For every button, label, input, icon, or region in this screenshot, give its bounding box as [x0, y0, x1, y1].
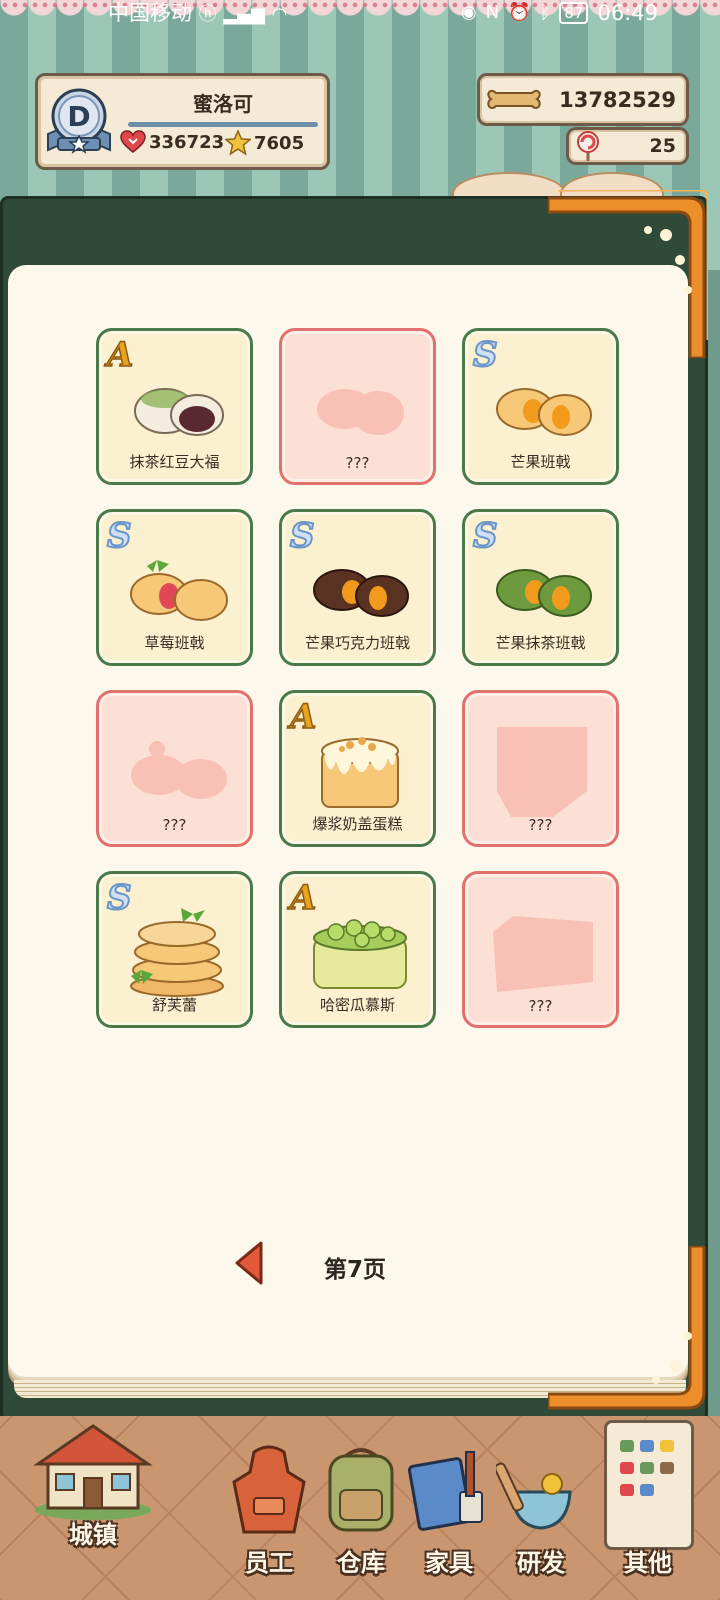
recipe-name: ???	[345, 454, 370, 472]
nav-other-button[interactable]: 其他	[598, 1420, 698, 1578]
recipe-card[interactable]: S 芒果班戟	[462, 328, 619, 485]
recipe-card[interactable]: A 爆浆奶盖蛋糕	[279, 690, 436, 847]
apron-icon	[232, 1445, 306, 1534]
rank-badge-icon: D	[47, 88, 111, 154]
recipe-name: ???	[528, 997, 553, 1015]
wifi-icon: ◠	[271, 4, 288, 25]
house-icon	[33, 1424, 153, 1520]
strawberry-pancake-icon	[130, 560, 228, 621]
recipe-grid: A 抹茶红豆大福 ??? S 芒果班戟 S 草莓班戟 S 芒果巧克力班戟 S 芒…	[96, 328, 619, 1028]
bone-currency[interactable]: 13782529	[477, 73, 689, 126]
heart-icon	[120, 130, 146, 153]
book-corner-ornament	[548, 1246, 706, 1410]
locked-silhouette-icon	[497, 727, 587, 817]
locked-silhouette-icon	[317, 389, 404, 435]
player-profile-panel[interactable]: D 蜜洛可 336723 7605	[35, 73, 330, 170]
recipe-name: 芒果班戟	[510, 453, 571, 471]
bone-value: 13782529	[559, 87, 676, 112]
recipe-card[interactable]: S 舒芙蕾	[96, 871, 253, 1028]
recipe-name: 爆浆奶盖蛋糕	[312, 815, 403, 833]
paint-brush-icon	[407, 1451, 483, 1531]
recipe-card[interactable]: S 芒果巧克力班戟	[279, 509, 436, 666]
page-number: 第7页	[323, 1257, 386, 1283]
locked-silhouette-icon	[131, 741, 227, 799]
previous-page-arrow-icon[interactable]	[233, 1241, 265, 1285]
hearts-stat: 336723	[120, 130, 224, 154]
recipe-name: 芒果抹茶班戟	[495, 634, 586, 652]
hd-icon: ⓗ	[198, 4, 217, 25]
carrier-group: 中国移动 ⓗ ▂▄▆ ◠	[108, 0, 287, 28]
battery-icon: 87	[559, 2, 589, 24]
nav-other-label: 其他	[624, 1549, 672, 1577]
nav-furniture-label: 家具	[425, 1549, 473, 1577]
melon-mousse-icon	[313, 919, 407, 989]
matcha-daifuku-icon	[134, 388, 224, 436]
mixing-bowl-icon	[496, 1462, 572, 1530]
recipe-card[interactable]: A 抹茶红豆大福	[96, 328, 253, 485]
recipe-name: ???	[528, 816, 553, 834]
recipe-card[interactable]: A 哈密瓜慕斯	[279, 871, 436, 1028]
matcha-mango-pancake-icon	[496, 569, 592, 617]
nav-furniture-button[interactable]: 家具	[404, 1442, 494, 1578]
recipe-name: ???	[162, 816, 187, 834]
souffle-icon	[130, 908, 224, 997]
recipe-card[interactable]: S 芒果抹茶班戟	[462, 509, 619, 666]
bluetooth-icon: ᛒ	[539, 2, 551, 23]
signal-icon: ▂▄▆	[223, 4, 265, 25]
nav-staff-label: 员工	[245, 1549, 293, 1577]
nav-staff-button[interactable]: 员工	[224, 1442, 314, 1578]
system-icons: ◉ N ⏰ ᛒ 87 06:49	[461, 0, 658, 26]
player-name: 蜜洛可	[193, 92, 253, 116]
menu-grid-icon	[620, 1440, 674, 1496]
recipe-name: 哈密瓜慕斯	[319, 996, 395, 1014]
candy-value: 25	[649, 135, 676, 157]
nav-research-button[interactable]: 研发	[496, 1442, 586, 1578]
choco-mango-pancake-icon	[313, 569, 409, 617]
recipe-name: 舒芙蕾	[151, 996, 197, 1014]
locked-silhouette-icon	[493, 916, 593, 992]
nfc-icon: N	[485, 2, 500, 23]
recipe-name: 芒果巧克力班戟	[304, 634, 410, 652]
candy-currency[interactable]: 25	[566, 127, 689, 165]
hearts-value: 336723	[149, 131, 225, 153]
clock: 06:49	[597, 1, 658, 25]
nav-research-label: 研发	[517, 1549, 565, 1577]
nav-storage-label: 仓库	[337, 1549, 385, 1577]
cheese-cake-icon	[321, 737, 399, 808]
recipe-name: 草莓班戟	[144, 634, 205, 652]
eye-icon: ◉	[460, 2, 477, 23]
nav-town-button[interactable]: 城镇	[30, 1420, 156, 1550]
stars-value: 7605	[254, 132, 305, 154]
experience-bar	[128, 122, 318, 127]
carrier-name: 中国移动	[108, 1, 192, 25]
recipe-card-locked[interactable]: ???	[279, 328, 436, 485]
recipe-name: 抹茶红豆大福	[129, 453, 220, 471]
recipe-card-locked[interactable]: ???	[462, 690, 619, 847]
recipe-card[interactable]: S 草莓班戟	[96, 509, 253, 666]
nav-town-label: 城镇	[69, 1521, 117, 1549]
alarm-icon: ⏰	[508, 2, 531, 23]
recipe-card-locked[interactable]: ???	[96, 690, 253, 847]
bone-icon	[487, 89, 541, 109]
rank-letter: D	[67, 100, 90, 133]
star-icon	[225, 130, 251, 156]
lollipop-icon	[577, 131, 599, 161]
status-bar: 中国移动 ⓗ ▂▄▆ ◠ ◉ N ⏰ ᛒ 87 06:49	[0, 0, 720, 26]
recipe-card-locked[interactable]: ???	[462, 871, 619, 1028]
nav-storage-button[interactable]: 仓库	[316, 1442, 406, 1578]
stars-stat: 7605	[225, 130, 304, 156]
backpack-icon	[328, 1448, 394, 1532]
mango-pancake-icon	[496, 388, 592, 436]
